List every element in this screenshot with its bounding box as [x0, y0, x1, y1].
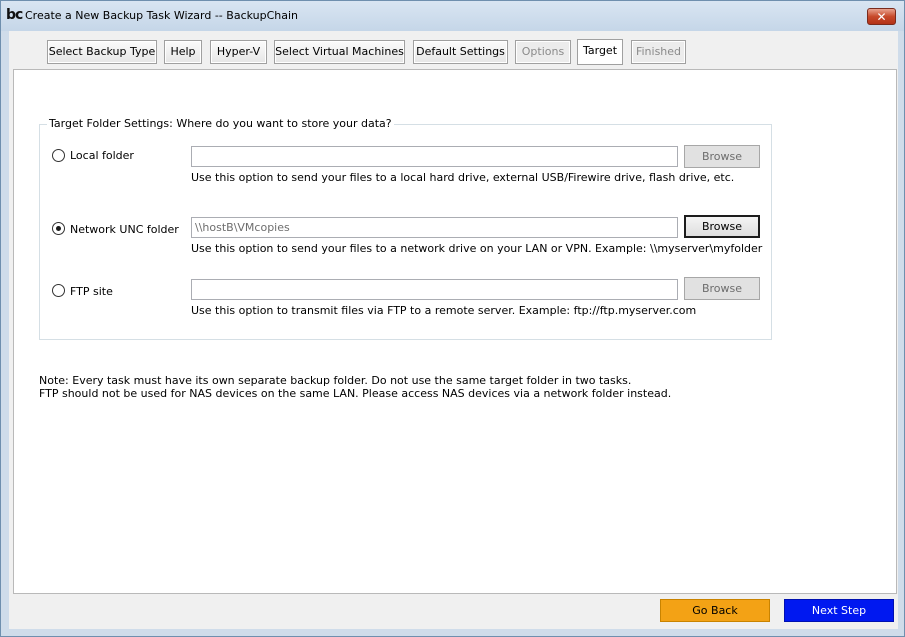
ftp-site-input[interactable]	[191, 279, 678, 300]
ftp-site-radio[interactable]	[52, 284, 65, 297]
tab-select-virtual-machines[interactable]: Select Virtual Machines	[274, 40, 405, 64]
title-bar[interactable]: bc Create a New Backup Task Wizard -- Ba…	[1, 1, 904, 31]
network-unc-path-input[interactable]: \\hostB\VMcopies	[191, 217, 678, 238]
window-title: Create a New Backup Task Wizard -- Backu…	[25, 9, 299, 22]
radio-selected-dot	[56, 226, 61, 231]
target-tab-panel: Target Folder Settings: Where do you wan…	[13, 69, 897, 594]
ftp-site-label[interactable]: FTP site	[70, 285, 113, 298]
tab-select-backup-type[interactable]: Select Backup Type	[47, 40, 157, 64]
groupbox-legend: Target Folder Settings: Where do you wan…	[47, 117, 394, 130]
close-icon: ✕	[876, 10, 887, 24]
tab-default-settings[interactable]: Default Settings	[413, 40, 508, 64]
note-separate-folder: Note: Every task must have its own separ…	[39, 374, 632, 387]
ftp-site-browse-button[interactable]: Browse	[684, 277, 760, 300]
network-unc-folder-label[interactable]: Network UNC folder	[70, 223, 179, 236]
tab-strip: Select Backup Type Help Hyper-V Select V…	[9, 31, 898, 69]
local-folder-path-input[interactable]	[191, 146, 678, 167]
tab-hyper-v[interactable]: Hyper-V	[210, 40, 267, 64]
network-unc-hint: Use this option to send your files to a …	[191, 242, 763, 255]
wizard-client-area: Select Backup Type Help Hyper-V Select V…	[9, 31, 898, 629]
tab-target[interactable]: Target	[577, 39, 623, 65]
next-step-button[interactable]: Next Step	[784, 599, 894, 622]
app-logo-icon: bc	[6, 7, 23, 23]
local-folder-radio[interactable]	[52, 149, 65, 162]
network-unc-folder-radio[interactable]	[52, 222, 65, 235]
note-ftp-nas: FTP should not be used for NAS devices o…	[39, 387, 672, 400]
tab-finished[interactable]: Finished	[631, 40, 686, 64]
wizard-window: bc Create a New Backup Task Wizard -- Ba…	[0, 0, 905, 637]
local-folder-browse-button[interactable]: Browse	[684, 145, 760, 168]
close-button[interactable]: ✕	[867, 8, 896, 25]
go-back-button[interactable]: Go Back	[660, 599, 770, 622]
local-folder-hint: Use this option to send your files to a …	[191, 171, 735, 184]
network-unc-browse-button[interactable]: Browse	[684, 215, 760, 238]
tab-help[interactable]: Help	[164, 40, 202, 64]
ftp-site-hint: Use this option to transmit files via FT…	[191, 304, 697, 317]
tab-options[interactable]: Options	[515, 40, 571, 64]
local-folder-label[interactable]: Local folder	[70, 149, 134, 162]
